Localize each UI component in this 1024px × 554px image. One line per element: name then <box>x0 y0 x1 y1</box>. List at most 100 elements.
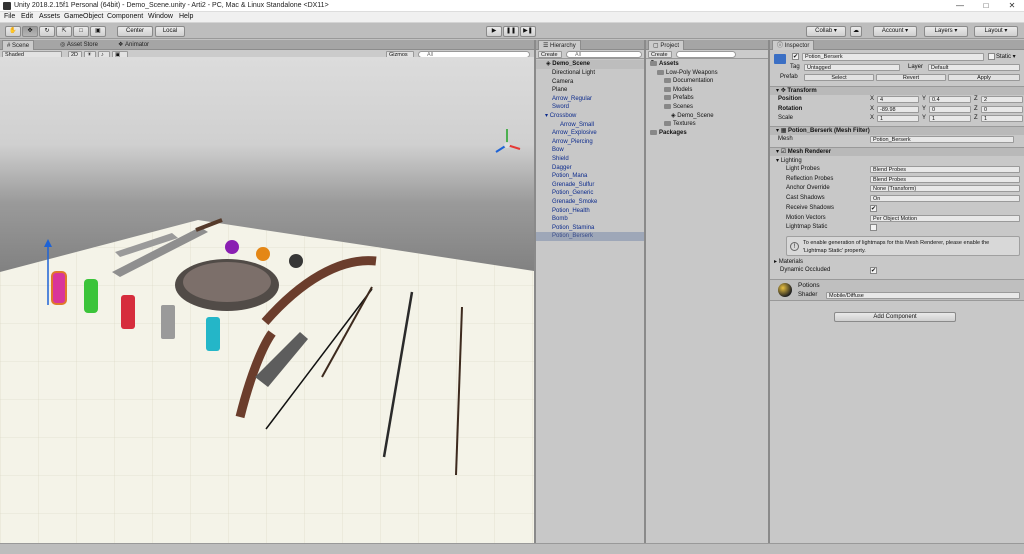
menu-gameobject[interactable]: GameObject <box>64 13 103 20</box>
project-tree-item[interactable]: Scenes <box>664 103 693 112</box>
hierarchy-create-button[interactable]: Create ▾ <box>538 51 562 65</box>
hierarchy-item[interactable]: Dagger <box>536 164 644 173</box>
project-tree-item[interactable]: Assets <box>650 60 679 69</box>
transform-y-field[interactable]: 0.4 <box>929 96 971 103</box>
step-icon[interactable]: ▶❚ <box>520 26 536 37</box>
hierarchy-item[interactable]: Potion_Generic <box>536 189 644 198</box>
hierarchy-scene-row[interactable]: ◈ Demo_Scene <box>536 60 644 69</box>
pause-icon[interactable]: ❚❚ <box>503 26 519 37</box>
project-create-button[interactable]: Create ▾ <box>648 51 672 65</box>
static-dropdown[interactable]: Static ▾ <box>996 53 1016 60</box>
hierarchy-item[interactable]: Directional Light <box>536 69 644 78</box>
menu-window[interactable]: Window <box>148 13 173 20</box>
panel-divider[interactable] <box>534 40 536 543</box>
close-button[interactable]: ✕ <box>1000 0 1024 12</box>
renderer-dropdown[interactable]: Blend Probes <box>870 175 1020 183</box>
scene-viewport[interactable] <box>0 57 534 543</box>
hierarchy-item[interactable]: Arrow_Regular <box>536 95 644 104</box>
scale-tool-icon[interactable]: ⇱ <box>56 26 72 37</box>
add-component-button[interactable]: Add Component <box>834 312 956 322</box>
mesh-object-field[interactable]: Potion_Berserk <box>870 136 1014 143</box>
transform-y-field[interactable]: 1 <box>929 115 971 123</box>
renderer-checkbox[interactable] <box>870 224 877 232</box>
menu-assets[interactable]: Assets <box>39 13 60 20</box>
play-icon[interactable]: ▶ <box>486 26 502 37</box>
renderer-dropdown[interactable]: Per Object Motion <box>870 214 1020 222</box>
dynamic-occluded-checkbox[interactable]: ✔ <box>870 267 877 274</box>
hierarchy-item[interactable]: Potion_Stamina <box>536 224 644 233</box>
project-tree-item[interactable]: Models <box>664 86 692 95</box>
project-tree-item[interactable]: Low-Poly Weapons <box>657 69 718 78</box>
transform-z-field[interactable]: 1 <box>981 115 1023 123</box>
hierarchy-item[interactable]: Shield <box>536 155 644 164</box>
layers-dropdown[interactable]: Layers ▾ <box>924 26 968 37</box>
menu-edit[interactable]: Edit <box>21 13 33 20</box>
panel-divider[interactable] <box>644 40 646 543</box>
transform-z-field[interactable]: 0 <box>981 105 1023 113</box>
move-tool-icon[interactable]: ✥ <box>22 26 38 37</box>
tab-animator[interactable]: ❖ Animator <box>114 40 153 50</box>
project-search-input[interactable] <box>676 51 736 58</box>
prefab-revert-button[interactable]: Revert <box>876 74 946 81</box>
hierarchy-item[interactable]: Arrow_Piercing <box>536 138 644 147</box>
transform-z-field[interactable]: 2 <box>981 96 1023 103</box>
tab-asset-store[interactable]: ◎ Asset Store <box>56 40 102 50</box>
static-checkbox[interactable] <box>988 53 995 60</box>
renderer-dropdown[interactable]: Blend Probes <box>870 166 1020 173</box>
hierarchy-item[interactable]: Sword <box>536 103 644 112</box>
layout-dropdown[interactable]: Layout ▾ <box>974 26 1018 37</box>
pivot-center-button[interactable]: Center <box>117 26 153 37</box>
space-local-button[interactable]: Local <box>155 26 185 37</box>
tab-hierarchy[interactable]: ☰ Hierarchy <box>538 40 581 50</box>
hierarchy-item[interactable]: Plane <box>536 86 644 95</box>
project-tree-item[interactable]: Textures <box>664 120 696 129</box>
transform-x-field[interactable]: -89.98 <box>877 105 919 113</box>
lighting-foldout[interactable]: ▾ Lighting <box>776 157 802 164</box>
project-tree-item[interactable]: Documentation <box>664 77 713 86</box>
mesh-renderer-checkbox[interactable]: ☑ <box>781 149 786 155</box>
project-tree-item[interactable]: Packages <box>650 129 687 138</box>
project-tree-item[interactable]: Prefabs <box>664 94 694 103</box>
object-name-field[interactable]: Potion_Berserk <box>802 53 984 61</box>
menu-component[interactable]: Component <box>107 13 143 20</box>
layer-dropdown[interactable]: Default <box>928 64 1020 71</box>
renderer-dropdown[interactable]: On <box>870 195 1020 203</box>
transform-x-field[interactable]: 4 <box>877 96 919 103</box>
renderer-object-field[interactable]: None (Transform) <box>870 185 1020 193</box>
minimize-button[interactable]: — <box>948 0 972 12</box>
tab-inspector[interactable]: ⓘ Inspector <box>772 40 815 50</box>
hierarchy-item[interactable]: Potion_Mana <box>536 172 644 181</box>
active-checkbox[interactable]: ✔ <box>792 53 799 60</box>
prefab-select-button[interactable]: Select <box>804 74 874 81</box>
hierarchy-item[interactable]: Bow <box>536 146 644 155</box>
tag-dropdown[interactable]: Untagged <box>804 64 900 71</box>
cloud-icon[interactable]: ☁ <box>850 26 862 37</box>
transform-tool-icon[interactable]: ▣ <box>90 26 106 37</box>
hierarchy-item[interactable]: Arrow_Explosive <box>536 129 644 138</box>
hierarchy-item[interactable]: Bomb <box>536 215 644 224</box>
account-dropdown[interactable]: Account ▾ <box>873 26 917 37</box>
tab-project[interactable]: ▢ Project <box>648 40 685 50</box>
rotate-tool-icon[interactable]: ↻ <box>39 26 55 37</box>
prefab-apply-button[interactable]: Apply <box>948 74 1020 81</box>
hierarchy-item[interactable]: Camera <box>536 78 644 87</box>
hierarchy-item[interactable]: Potion_Health <box>536 207 644 216</box>
hierarchy-item[interactable]: Arrow_Small <box>536 121 644 130</box>
tab-scene[interactable]: # Scene <box>2 40 35 50</box>
materials-foldout[interactable]: ▸ Materials <box>774 258 803 265</box>
maximize-button[interactable]: □ <box>974 0 998 12</box>
hierarchy-item[interactable]: ▾ Crossbow <box>536 112 644 121</box>
hierarchy-item[interactable]: Grenade_Smoke <box>536 198 644 207</box>
project-tree-item[interactable]: ◈ Demo_Scene <box>671 112 714 121</box>
renderer-checkbox[interactable]: ✔ <box>870 204 877 212</box>
rect-tool-icon[interactable]: □ <box>73 26 89 37</box>
transform-header[interactable]: ▾ ✥ Transform <box>770 86 1024 95</box>
mesh-renderer-header[interactable]: ▾ ☑ Mesh Renderer <box>770 147 1024 156</box>
menu-file[interactable]: File <box>4 13 15 20</box>
shader-dropdown[interactable]: Mobile/Diffuse <box>826 292 1020 299</box>
hierarchy-item[interactable]: Grenade_Sulfur <box>536 181 644 190</box>
transform-y-field[interactable]: 0 <box>929 105 971 113</box>
mesh-filter-header[interactable]: ▾ ▦ Potion_Berserk (Mesh Filter) <box>770 126 1024 135</box>
hierarchy-search-input[interactable]: All <box>566 51 642 58</box>
collab-dropdown[interactable]: Collab ▾ <box>806 26 846 37</box>
